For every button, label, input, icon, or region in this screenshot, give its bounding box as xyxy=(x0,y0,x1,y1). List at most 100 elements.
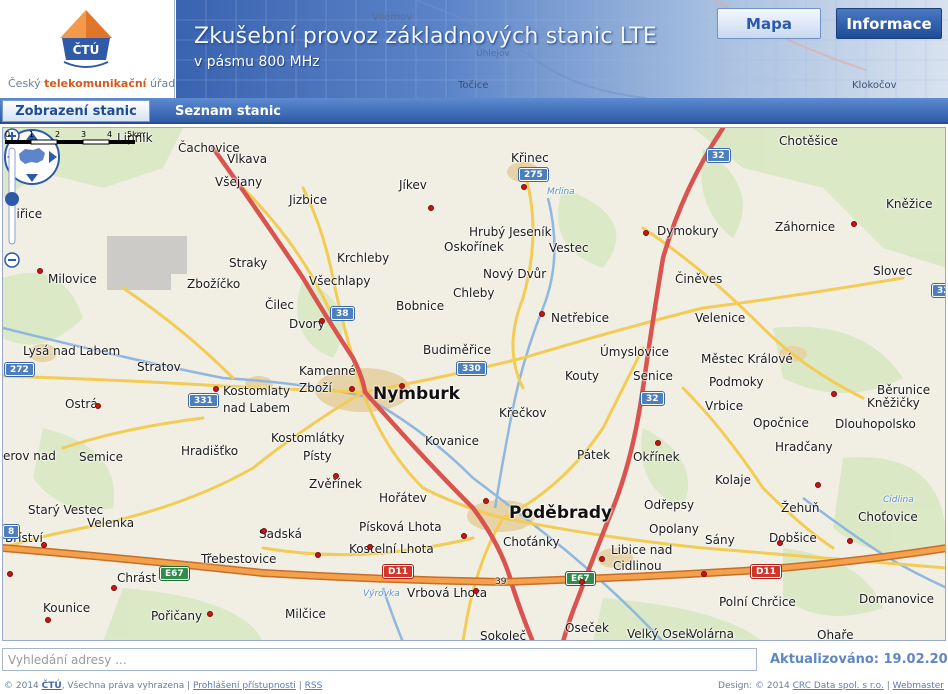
map-place-label: Domanovice xyxy=(859,592,934,606)
design-company-link[interactable]: CRC Data spol. s r.o. xyxy=(793,681,884,691)
zoom-slider[interactable] xyxy=(3,128,21,268)
lte-station-marker[interactable] xyxy=(599,556,605,562)
map-place-label: Dlouhopolsko xyxy=(835,417,916,431)
lte-station-marker[interactable] xyxy=(579,579,585,585)
map-place-label: Netřebice xyxy=(551,311,610,325)
map-place-label: Milovice xyxy=(48,272,97,286)
lte-station-marker[interactable] xyxy=(473,588,479,594)
webmaster-link[interactable]: Webmaster xyxy=(893,681,944,691)
banner-place-label: Vilémov xyxy=(372,11,412,23)
app-root: ČTÚ Český telekomunikační úřad Vilémov Ú… xyxy=(0,0,948,694)
map-place-label: Velký Osek xyxy=(627,627,693,641)
map-place-label: Žehuň xyxy=(781,501,820,515)
lte-station-marker[interactable] xyxy=(461,533,467,539)
tab-bar: Zobrazení stanic Seznam stanic xyxy=(0,98,948,124)
map-water-label: Výrovka xyxy=(363,589,400,599)
map-button[interactable]: Mapa xyxy=(717,8,821,39)
map-place-label: Choťánky xyxy=(503,535,560,549)
tab-station-view[interactable]: Zobrazení stanic xyxy=(2,100,150,122)
map-place-label: Pořičany xyxy=(151,609,203,623)
road-shield: D11 xyxy=(382,564,414,579)
map-place-label: Opolany xyxy=(649,522,699,536)
map-water-label: Mrlina xyxy=(547,187,575,197)
lte-station-marker[interactable] xyxy=(847,538,853,544)
header-banner: Vilémov Úhlejov Točice Klokočov Zkušební… xyxy=(176,0,948,98)
address-search-input[interactable] xyxy=(2,648,757,671)
map-place-label: Velenka xyxy=(87,516,135,530)
footer: © 2014 ČTÚ, Všechna práva vyhrazena | Pr… xyxy=(0,678,948,694)
scale-tick: 0 xyxy=(5,130,10,139)
lte-station-marker[interactable] xyxy=(539,311,545,317)
lte-station-marker[interactable] xyxy=(655,440,661,446)
lte-station-marker[interactable] xyxy=(95,403,101,409)
lte-station-marker[interactable] xyxy=(521,184,527,190)
lte-station-marker[interactable] xyxy=(333,473,339,479)
map-place-label: Všejany xyxy=(215,175,263,189)
map-place-label: Úmyslovice xyxy=(600,345,669,359)
lte-station-marker[interactable] xyxy=(7,571,13,577)
copyright-ctu-link[interactable]: ČTÚ xyxy=(42,681,62,691)
map-place-label: Kovanice xyxy=(425,434,479,448)
map-place-label: Kounice xyxy=(43,601,91,615)
lte-station-marker[interactable] xyxy=(315,552,321,558)
road-shield: D11 xyxy=(750,564,782,579)
map-place-label: Odřepsy xyxy=(644,498,695,512)
scale-tick: 2 xyxy=(55,130,60,139)
lte-station-marker[interactable] xyxy=(261,528,267,534)
tab-station-list[interactable]: Seznam stanic xyxy=(175,101,281,121)
map-place-label: Vestec xyxy=(549,241,589,255)
map-place-label: Zboží xyxy=(299,381,332,395)
logo[interactable]: ČTÚ Český telekomunikační úřad xyxy=(0,0,175,98)
lte-station-marker[interactable] xyxy=(207,611,213,617)
info-button[interactable]: Informace xyxy=(836,8,942,39)
road-shield: 32 xyxy=(931,283,945,298)
map-place-label: Poděbrady xyxy=(509,503,613,523)
map-place-label: nad Labem xyxy=(223,401,291,415)
map-place-label: Choťovice xyxy=(858,510,918,524)
map-place-label: Ohaře xyxy=(817,628,854,641)
lte-station-marker[interactable] xyxy=(213,386,219,392)
road-shield: 275 xyxy=(518,167,549,182)
lte-station-marker[interactable] xyxy=(349,386,355,392)
logo-text-part3: úřad xyxy=(146,77,176,90)
accessibility-link[interactable]: Prohlášení přístupnosti xyxy=(193,681,296,691)
page-subtitle: v pásmu 800 MHz xyxy=(194,54,320,70)
map-place-label: Písty xyxy=(303,449,332,463)
map-place-label: Kolaje xyxy=(715,473,752,487)
lte-station-marker[interactable] xyxy=(851,221,857,227)
map-place-label: Hradišťko xyxy=(181,444,239,458)
map-place-label: Straky xyxy=(229,256,268,270)
lte-station-marker[interactable] xyxy=(45,617,51,623)
zoom-handle[interactable] xyxy=(5,192,19,206)
road-exit-label: 39 xyxy=(495,577,507,587)
lte-station-marker[interactable] xyxy=(319,318,325,324)
lte-station-marker[interactable] xyxy=(777,540,783,546)
lte-station-marker[interactable] xyxy=(428,205,434,211)
lte-station-marker[interactable] xyxy=(399,383,405,389)
rss-link[interactable]: RSS xyxy=(305,681,323,691)
logo-abbr: ČTÚ xyxy=(73,42,100,57)
logo-text: Český telekomunikační úřad xyxy=(8,77,175,90)
banner-map-background: Vilémov Úhlejov Točice Klokočov xyxy=(176,0,948,98)
lte-station-marker[interactable] xyxy=(111,585,117,591)
copyright-text: , Všechna práva vyhrazena xyxy=(61,681,185,691)
lte-station-marker[interactable] xyxy=(37,268,43,274)
last-updated: Aktualizováno: 19.02.2016 xyxy=(770,652,948,667)
map-place-label: Podmoky xyxy=(709,375,764,389)
road-shield: 8 xyxy=(3,524,21,539)
lte-station-marker[interactable] xyxy=(831,391,837,397)
lte-station-marker[interactable] xyxy=(41,542,47,548)
lte-station-marker[interactable] xyxy=(701,571,707,577)
map-place-label: Jizbice xyxy=(289,193,328,207)
lte-station-marker[interactable] xyxy=(815,482,821,488)
map-place-label: Oskořínek xyxy=(444,240,504,254)
banner-place-label: Klokočov xyxy=(852,79,897,91)
lte-station-marker[interactable] xyxy=(367,544,373,550)
map-place-label: Hradčany xyxy=(775,440,833,454)
map-place-label: Dymokury xyxy=(657,224,719,238)
lte-station-marker[interactable] xyxy=(643,230,649,236)
map-view[interactable]: Lipník Čachovice Vlkava Křinec Chotěšice… xyxy=(2,127,946,641)
lte-station-marker[interactable] xyxy=(483,498,489,504)
map-place-label: Hořátev xyxy=(379,491,427,505)
map-water-label: Cidlina xyxy=(883,495,914,505)
